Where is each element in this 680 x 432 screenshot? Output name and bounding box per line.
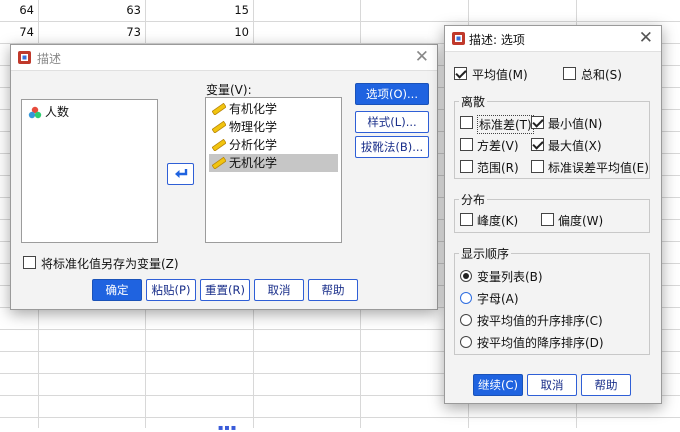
continue-button[interactable]: 继续(C) [473,374,523,396]
close-icon[interactable]: ✕ [415,47,429,67]
scale-ruler-icon [212,157,226,169]
scale-ruler-icon [212,121,226,133]
reset-button[interactable]: 重置(R) [200,279,250,301]
scale-ruler-icon [212,103,226,115]
sum-checkbox[interactable] [563,67,576,80]
help-button[interactable]: 帮助 [581,374,631,396]
kurtosis-checkbox[interactable] [460,213,473,226]
maximum-checkbox[interactable] [531,138,544,151]
save-standardized-checkbox[interactable] [23,256,36,269]
order-option-label: 变量列表(B) [477,270,543,284]
dispersion-title: 离散 [459,93,488,110]
style-button[interactable]: 样式(L)... [355,111,429,133]
order-ascending-mean-radio[interactable] [460,314,472,326]
order-option-label: 按平均值的升序排序(C) [477,314,603,328]
maximum-label: 最大值(X) [548,139,602,153]
order-variable-list-radio[interactable] [460,270,472,282]
options-titlebar[interactable]: 描述: 选项 ✕ [445,26,661,52]
order-alphabetic-radio[interactable] [460,292,472,304]
app-icon [452,32,465,45]
list-item-label: 无机化学 [229,156,278,170]
cell-value: 64 [19,3,34,17]
dialog-title: 描述: 选项 [469,33,525,47]
scale-ruler-icon [212,139,226,151]
describe-dialog: 描述 ✕ 人数 变量(V): 有机化学 物理化学 分析化学 无机化学 选项(O)… [10,44,438,310]
dialog-title: 描述 [37,52,62,66]
table-row[interactable]: 64 63 15 [0,0,680,22]
cell-value: 10 [234,25,249,39]
move-variable-button[interactable] [167,163,194,185]
cell-value: 15 [234,3,249,17]
list-item[interactable]: 有机化学 [209,100,338,118]
skewness-checkbox[interactable] [541,213,554,226]
ok-button[interactable]: 确定 [92,279,142,301]
target-variable-list[interactable]: 有机化学 物理化学 分析化学 无机化学 [205,97,342,243]
sum-label: 总和(S) [581,68,622,82]
list-item[interactable]: 人数 [25,103,69,121]
variables-label: 变量(V): [206,83,252,97]
bootstrap-button[interactable]: 拔靴法(B)... [355,136,429,158]
order-option-label: 按平均值的降序排序(D) [477,336,604,350]
range-label: 范围(R) [477,161,519,175]
cancel-button[interactable]: 取消 [527,374,577,396]
paste-button[interactable]: 粘贴(P) [146,279,196,301]
order-descending-mean-radio[interactable] [460,336,472,348]
list-item-label: 物理化学 [229,120,278,134]
distribution-title: 分布 [459,191,488,208]
options-dialog: 描述: 选项 ✕ 平均值(M) 总和(S) 离散 标准差(T) 最小值(N) 方… [444,25,662,404]
display-order-title: 显示顺序 [459,245,512,262]
save-standardized-label: 将标准化值另存为变量(Z) [41,257,179,271]
cell-value: 74 [19,25,34,39]
cancel-button[interactable]: 取消 [254,279,304,301]
arrow-left-icon [174,169,187,178]
list-item-label: 人数 [45,105,70,119]
close-icon[interactable]: ✕ [639,28,653,48]
sem-checkbox[interactable] [531,160,544,173]
list-item-label: 有机化学 [229,102,278,116]
options-button[interactable]: 选项(O)... [355,83,429,105]
variance-checkbox[interactable] [460,138,473,151]
describe-titlebar[interactable]: 描述 ✕ [11,45,437,71]
minimum-label: 最小值(N) [548,117,603,131]
source-variable-list[interactable]: 人数 [21,99,158,243]
kurtosis-label: 峰度(K) [477,214,519,228]
cell-value: 63 [126,3,141,17]
nominal-measure-icon [28,106,42,119]
mean-checkbox[interactable] [454,67,467,80]
help-button[interactable]: 帮助 [308,279,358,301]
minimum-checkbox[interactable] [531,116,544,129]
mean-label: 平均值(M) [472,68,528,82]
sem-label: 标准误差平均值(E) [548,161,649,175]
skewness-label: 偏度(W) [558,214,604,228]
list-item-label: 分析化学 [229,138,278,152]
list-item-selected[interactable]: 无机化学 [209,154,338,172]
variance-label: 方差(V) [477,139,519,153]
std-dev-checkbox[interactable] [460,116,473,129]
list-item[interactable]: 物理化学 [209,118,338,136]
order-option-label: 字母(A) [477,292,519,306]
app-icon [18,51,31,64]
std-dev-label: 标准差(T) [477,115,534,134]
list-item[interactable]: 分析化学 [209,136,338,154]
range-checkbox[interactable] [460,160,473,173]
cell-value: 73 [126,25,141,39]
